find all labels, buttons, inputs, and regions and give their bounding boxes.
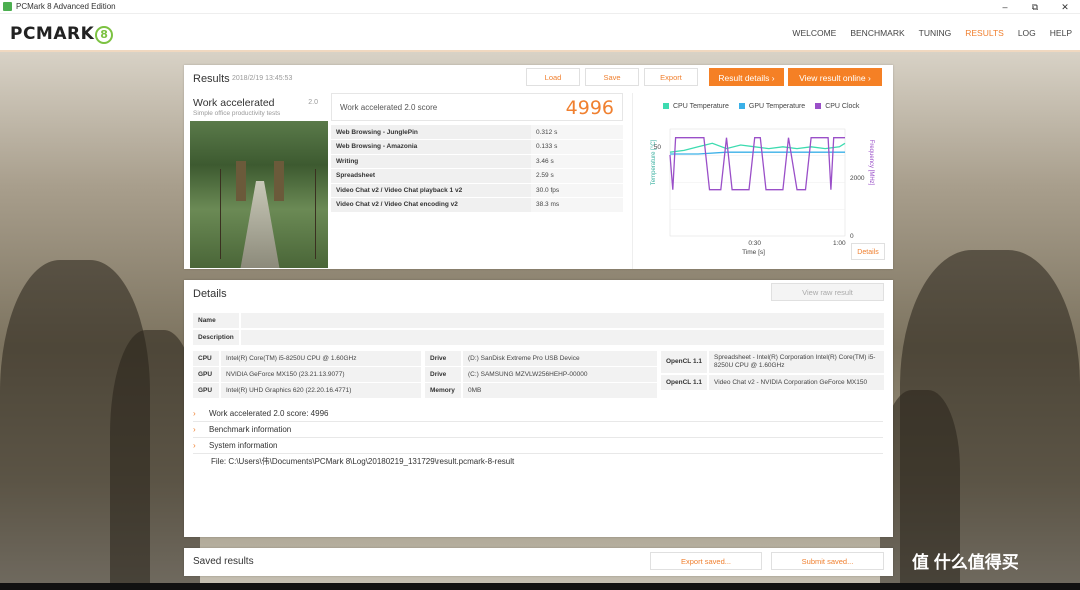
window-title: PCMark 8 Advanced Edition <box>16 2 116 11</box>
view-raw-result-button[interactable]: View raw result <box>771 283 884 301</box>
app-icon <box>3 2 12 11</box>
x-tick-label: 1:00 <box>833 240 846 247</box>
nav-help[interactable]: HELP <box>1050 28 1072 38</box>
nav-tuning[interactable]: TUNING <box>919 28 952 38</box>
x-axis-label: Time [s] <box>742 249 765 256</box>
watermark: 值 什么值得买 <box>912 553 1019 572</box>
maximize-button[interactable]: ⧉ <box>1020 0 1050 14</box>
test-card: Work accelerated 2.0 Simple office produ… <box>190 93 328 269</box>
chart-details-button[interactable]: Details <box>851 243 885 260</box>
y-left-axis-label: Temperature [°C] <box>651 139 657 185</box>
save-button[interactable]: Save <box>585 68 639 86</box>
y-right-tick-label: 0 <box>850 233 854 240</box>
test-photo <box>190 121 328 268</box>
expand-row-benchmark-info[interactable]: › Benchmark information <box>193 422 883 438</box>
view-result-online-button[interactable]: View result online › <box>788 68 882 86</box>
chevron-right-icon: › <box>193 409 196 418</box>
table-row: Video Chat v2 / Video Chat playback 1 v2… <box>331 183 623 198</box>
load-button[interactable]: Load <box>526 68 580 86</box>
test-version: 2.0 <box>308 99 318 106</box>
y-right-tick-label: 2000 <box>850 175 865 182</box>
result-file-path: File: C:\Users\伟\Documents\PCMark 8\Log\… <box>211 457 515 466</box>
table-row: Writing 3.46 s <box>331 154 623 169</box>
test-subtitle: Simple office productivity tests <box>193 110 281 117</box>
details-title: Details <box>193 288 227 300</box>
table-row: Web Browsing - Amazonia 0.133 s <box>331 139 623 155</box>
pcmark-logo: PCMARK 8 <box>10 24 114 44</box>
monitoring-chart-area: CPU Temperature GPU Temperature CPU Cloc… <box>632 93 890 269</box>
nav-welcome[interactable]: WELCOME <box>792 28 836 38</box>
export-saved-button[interactable]: Export saved... <box>650 552 762 570</box>
minimize-button[interactable]: – <box>990 0 1020 14</box>
score-box: Work accelerated 2.0 score 4996 <box>331 93 623 121</box>
nav-benchmark[interactable]: BENCHMARK <box>850 28 904 38</box>
result-details-button[interactable]: Result details › <box>709 68 784 86</box>
close-button[interactable]: ✕ <box>1050 0 1080 14</box>
details-panel: Details View raw result Name Description… <box>184 280 893 537</box>
saved-results-title: Saved results <box>193 556 254 567</box>
results-title: Results <box>193 73 230 85</box>
expand-row-score[interactable]: › Work accelerated 2.0 score: 4996 <box>193 406 883 422</box>
score-label: Work accelerated 2.0 score <box>340 103 438 112</box>
y-right-axis-label: Frequency [MHz] <box>868 140 874 186</box>
results-timestamp: 2018/2/19 13:45:53 <box>232 75 293 82</box>
name-row: Name <box>193 313 884 328</box>
table-row: Video Chat v2 / Video Chat encoding v2 38… <box>331 197 623 213</box>
main-nav: WELCOME BENCHMARK TUNING RESULTS LOG HEL… <box>792 28 1072 38</box>
description-row: Description <box>193 330 884 345</box>
nav-results[interactable]: RESULTS <box>965 28 1004 38</box>
table-row: Web Browsing - JunglePin 0.312 s <box>331 125 623 140</box>
window-title-bar: PCMark 8 Advanced Edition – ⧉ ✕ <box>0 0 1080 14</box>
score-value: 4996 <box>565 97 614 119</box>
results-panel: Results 2018/2/19 13:45:53 Load Save Exp… <box>184 65 893 269</box>
nav-log[interactable]: LOG <box>1018 28 1036 38</box>
test-name: Work accelerated <box>193 97 275 109</box>
x-tick-label: 0:30 <box>748 240 761 247</box>
expand-row-system-info[interactable]: › System information <box>193 438 883 454</box>
saved-results-panel: Saved results Export saved... Submit sav… <box>184 548 893 576</box>
chevron-right-icon: › <box>193 425 196 434</box>
taskbar <box>0 583 1080 590</box>
table-row: Spreadsheet 2.59 s <box>331 168 623 184</box>
subtest-table: Web Browsing - JunglePin 0.312 s Web Brow… <box>331 125 623 213</box>
export-button[interactable]: Export <box>644 68 698 86</box>
app-header: PCMARK 8 WELCOME BENCHMARK TUNING RESULTS… <box>0 14 1080 52</box>
chevron-right-icon: › <box>193 441 196 450</box>
submit-saved-button[interactable]: Submit saved... <box>771 552 884 570</box>
